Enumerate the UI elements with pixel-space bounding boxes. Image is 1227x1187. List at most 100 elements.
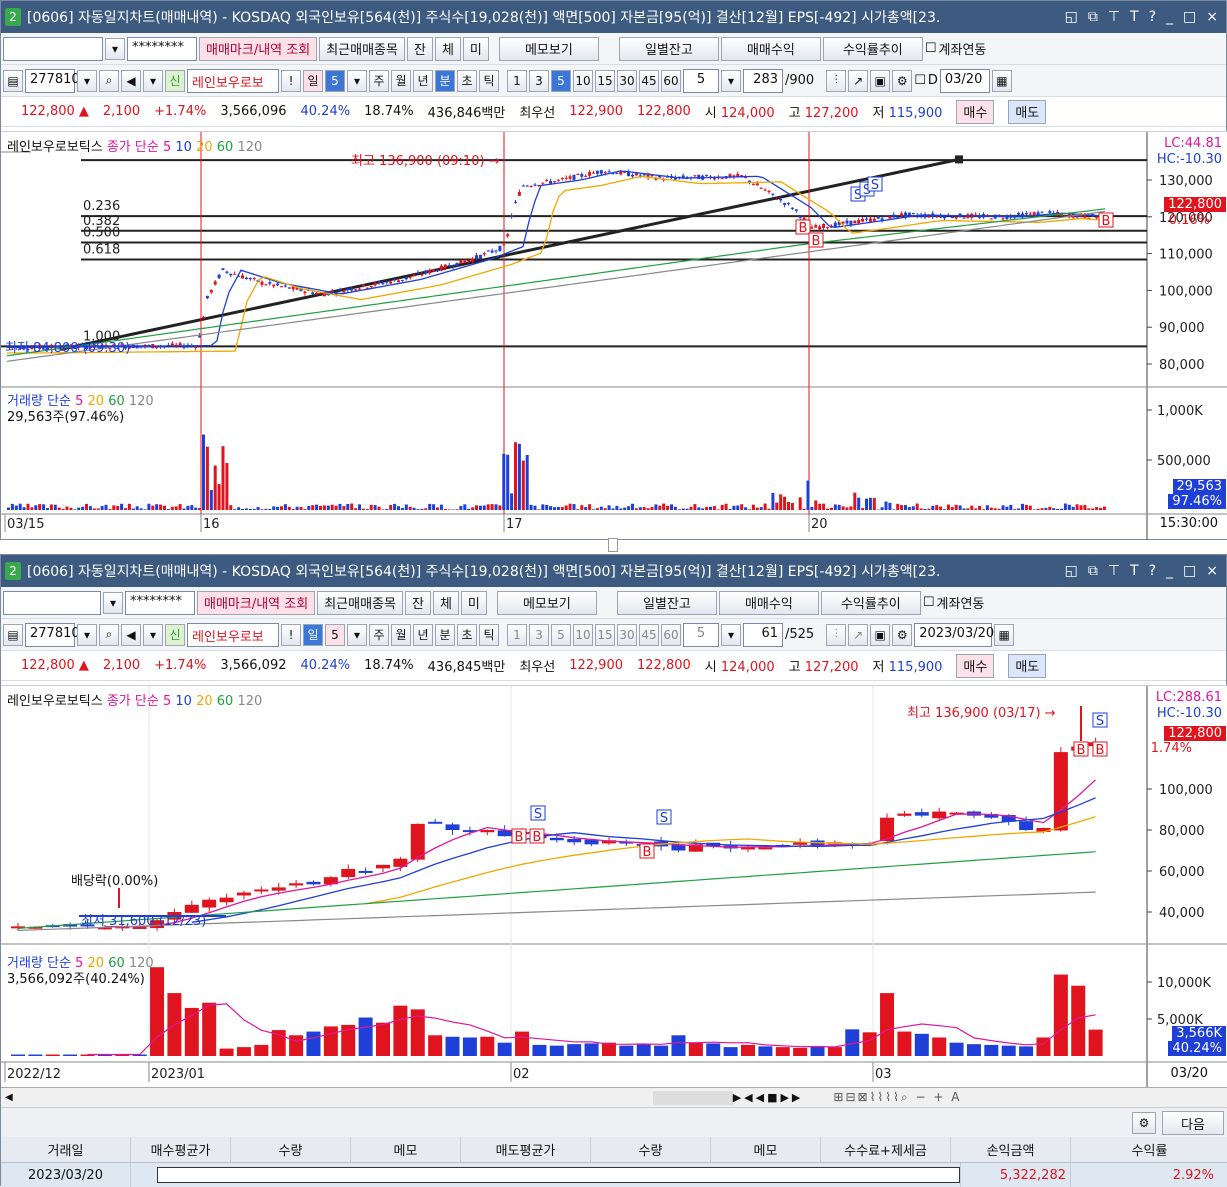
interval-3[interactable]: 3 xyxy=(529,70,549,92)
gear-icon[interactable]: ⚙ xyxy=(892,70,912,92)
trend-icon[interactable]: ↗ xyxy=(848,624,868,646)
unfilled-button[interactable]: 미 xyxy=(463,37,489,61)
close-button[interactable]: × xyxy=(1206,9,1218,25)
daily-chart-canvas[interactable]: 100,00080,00060,00040,000BBBBBSSS10,000K… xyxy=(1,686,1227,1088)
daily-price-chart[interactable]: 100,00080,00060,00040,000BBBBBSSS10,000K… xyxy=(1,685,1227,1087)
interval-15[interactable]: 15 xyxy=(595,624,615,646)
close-button[interactable]: × xyxy=(1206,563,1218,579)
account-input[interactable] xyxy=(3,37,103,61)
interval-dropdown-icon[interactable]: ▾ xyxy=(721,624,741,646)
minimize-button[interactable]: _ xyxy=(1166,9,1173,25)
candle-icon[interactable]: ⫶ xyxy=(826,70,846,92)
period-second-button[interactable]: 초 xyxy=(457,70,477,92)
code-dropdown-icon[interactable]: ▾ xyxy=(77,624,97,646)
calendar-icon[interactable]: ▦ xyxy=(992,70,1012,92)
period-tick-button[interactable]: 틱 xyxy=(479,70,499,92)
account-dropdown-icon[interactable]: ▾ xyxy=(105,38,125,60)
period-month-button[interactable]: 월 xyxy=(391,70,411,92)
interval-input[interactable]: 5 xyxy=(683,69,719,93)
period-tick-button[interactable]: 틱 xyxy=(479,624,499,646)
account-dropdown-icon[interactable]: ▾ xyxy=(103,592,123,614)
splitter-handle[interactable] xyxy=(608,538,618,552)
intraday-chart-canvas[interactable]: 130,000120,000110,000100,00090,00080,000… xyxy=(1,132,1227,540)
list-icon[interactable]: ▤ xyxy=(3,70,23,92)
interval-15[interactable]: 15 xyxy=(595,70,615,92)
sound-dropdown-icon[interactable]: ▾ xyxy=(143,70,163,92)
interval-30[interactable]: 30 xyxy=(617,624,637,646)
candle-icon[interactable]: ⫶ xyxy=(826,624,846,646)
font-icon[interactable]: T xyxy=(1130,9,1139,25)
account-link-checkbox[interactable]: ☐ xyxy=(925,41,937,56)
intraday-price-chart[interactable]: 130,000120,000110,000100,00090,00080,000… xyxy=(1,131,1227,539)
chart-scrollbar[interactable]: ◀ ▶◀◀■▶▶ ⊞⊟⊠⌇⌇⌇⌇⌕ − + A xyxy=(1,1087,1227,1107)
copy-icon[interactable]: ⧉ xyxy=(1088,563,1098,579)
interval-5[interactable]: 5 xyxy=(551,624,571,646)
interval-45[interactable]: 45 xyxy=(639,70,659,92)
filled-button[interactable]: 체 xyxy=(435,37,461,61)
save-icon[interactable]: ▣ xyxy=(870,70,890,92)
buy-button[interactable]: 매수 xyxy=(956,654,994,678)
sound-dropdown-icon[interactable]: ▾ xyxy=(143,624,163,646)
recent-stocks-button[interactable]: 최근매매종목 xyxy=(317,591,403,615)
trend-icon[interactable]: ↗ xyxy=(848,70,868,92)
period-month-button[interactable]: 월 xyxy=(391,624,411,646)
bar-count-input[interactable]: 283 xyxy=(743,69,783,93)
period-day-button[interactable]: 일 xyxy=(303,624,323,646)
interval-30[interactable]: 30 xyxy=(617,70,637,92)
interval-1[interactable]: 1 xyxy=(507,624,527,646)
memo-button[interactable]: 메모보기 xyxy=(499,37,599,61)
calendar-icon[interactable]: ▦ xyxy=(994,624,1014,646)
row-memo-area[interactable] xyxy=(131,1163,961,1187)
period-week-button[interactable]: 주 xyxy=(369,624,389,646)
minimize-button[interactable]: _ xyxy=(1166,563,1173,579)
save-icon[interactable]: ▣ xyxy=(870,624,890,646)
table-gear-icon[interactable]: ⚙ xyxy=(1132,1112,1156,1134)
period-dropdown-icon[interactable]: ▾ xyxy=(347,70,367,92)
trade-profit-button[interactable]: 매매수익 xyxy=(719,591,819,615)
scroll-thumb[interactable] xyxy=(653,1091,733,1105)
buy-button[interactable]: 매수 xyxy=(956,100,994,124)
date-input[interactable]: 03/20 xyxy=(940,69,990,93)
trade-mark-button[interactable]: 매매마크/내역 조회 xyxy=(197,591,315,615)
interval-3[interactable]: 3 xyxy=(529,624,549,646)
interval-10[interactable]: 10 xyxy=(573,624,593,646)
sell-button[interactable]: 매도 xyxy=(1008,100,1046,124)
sell-button[interactable]: 매도 xyxy=(1008,654,1046,678)
table-row[interactable]: 2023/03/20 5,322,282 2.92% xyxy=(1,1163,1227,1187)
date-input[interactable]: 2023/03/20 xyxy=(914,623,992,647)
period-dropdown-icon[interactable]: ▾ xyxy=(347,624,367,646)
interval-60[interactable]: 60 xyxy=(661,70,681,92)
pin-icon[interactable]: ⊤ xyxy=(1108,9,1120,25)
trade-profit-button[interactable]: 매매수익 xyxy=(721,37,821,61)
pin-icon[interactable]: ⊤ xyxy=(1108,563,1120,579)
stock-code-input[interactable]: 277810 xyxy=(25,69,75,93)
profit-trend-button[interactable]: 수익률추이 xyxy=(823,37,923,61)
account-link-checkbox[interactable]: ☐ xyxy=(923,595,935,610)
period-day-button[interactable]: 일 xyxy=(303,70,323,92)
interval-60[interactable]: 60 xyxy=(661,624,681,646)
restore-icon[interactable]: ◱ xyxy=(1065,9,1078,25)
date-checkbox[interactable]: ☐ xyxy=(914,73,926,88)
font-icon[interactable]: T xyxy=(1130,563,1139,579)
trade-mark-button[interactable]: 매매마크/내역 조회 xyxy=(199,37,317,61)
code-dropdown-icon[interactable]: ▾ xyxy=(77,70,97,92)
maximize-button[interactable]: □ xyxy=(1183,9,1196,25)
profit-trend-button[interactable]: 수익률추이 xyxy=(821,591,921,615)
period-count[interactable]: 5 xyxy=(325,70,345,92)
bar-count-input[interactable]: 61 xyxy=(743,623,783,647)
gear-icon[interactable]: ⚙ xyxy=(892,624,912,646)
playback-icons[interactable]: ▶◀◀■▶▶ xyxy=(733,1091,804,1104)
period-count[interactable]: 5 xyxy=(325,624,345,646)
interval-45[interactable]: 45 xyxy=(639,624,659,646)
help-icon[interactable]: ? xyxy=(1149,9,1156,25)
period-second-button[interactable]: 초 xyxy=(457,624,477,646)
period-minute-button[interactable]: 분 xyxy=(435,70,455,92)
restore-icon[interactable]: ◱ xyxy=(1065,563,1078,579)
search-icon[interactable]: ⌕ xyxy=(99,70,119,92)
drawing-tools-icons[interactable]: ⊞⊟⊠⌇⌇⌇⌇⌕ − + A xyxy=(833,1090,961,1105)
period-week-button[interactable]: 주 xyxy=(369,70,389,92)
memo-button[interactable]: 메모보기 xyxy=(497,591,597,615)
interval-10[interactable]: 10 xyxy=(573,70,593,92)
stock-code-input[interactable]: 277810 xyxy=(25,623,75,647)
copy-icon[interactable]: ⧉ xyxy=(1088,9,1098,25)
